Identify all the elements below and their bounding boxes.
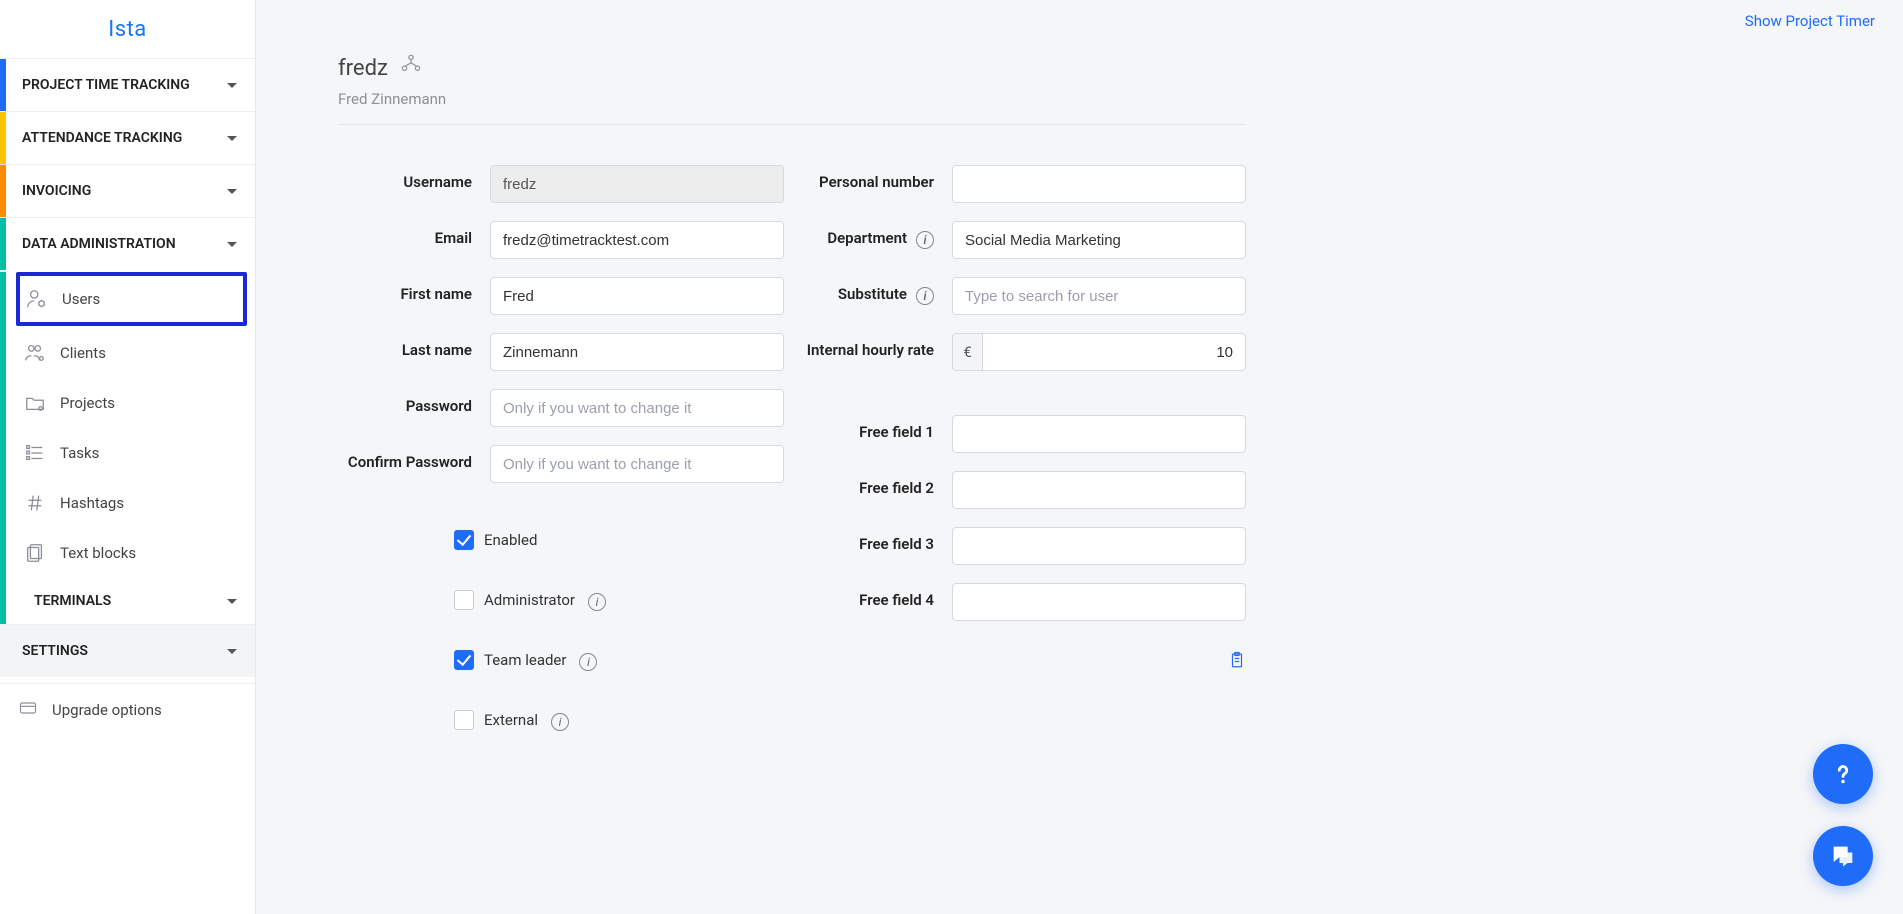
- info-icon[interactable]: i: [579, 653, 597, 671]
- chevron-down-icon: [227, 189, 237, 194]
- username-input: [490, 165, 784, 203]
- label-confirm-password: Confirm Password: [338, 445, 488, 472]
- sidebar-item-label: Clients: [60, 344, 106, 362]
- topbar: Show Project Timer: [256, 0, 1903, 42]
- page-header: fredz Fred Zinnemann: [338, 52, 1246, 125]
- label-personal-number: Personal number: [800, 165, 950, 191]
- team-icon: [398, 52, 424, 84]
- sidebar-item-label: Hashtags: [60, 494, 124, 512]
- sidebar-item-users[interactable]: Users: [16, 272, 247, 326]
- label-free1: Free field 1: [800, 415, 950, 441]
- chevron-down-icon: [227, 649, 237, 654]
- external-label: External: [484, 711, 538, 729]
- enabled-label: Enabled: [484, 531, 537, 549]
- info-icon[interactable]: i: [916, 287, 934, 305]
- label-free3: Free field 3: [800, 527, 950, 553]
- help-fab[interactable]: [1813, 744, 1873, 804]
- documents-icon: [24, 542, 46, 564]
- free-field-3-input[interactable]: [952, 527, 1246, 565]
- label-username: Username: [338, 165, 488, 191]
- substitute-input[interactable]: [952, 277, 1246, 315]
- user-gear-icon: [26, 288, 48, 310]
- team-leader-label: Team leader: [484, 651, 566, 669]
- nav-section-label: SETTINGS: [22, 643, 88, 659]
- label-substitute: Substitute i: [800, 277, 950, 303]
- accent-bar: [0, 112, 6, 164]
- clipboard-icon[interactable]: [1228, 649, 1246, 671]
- currency-addon: €: [952, 333, 982, 371]
- folder-gear-icon: [24, 392, 46, 414]
- external-checkbox[interactable]: [454, 710, 474, 730]
- nav-section-label: PROJECT TIME TRACKING: [22, 77, 190, 93]
- nav-section-data-admin[interactable]: DATA ADMINISTRATION: [0, 218, 255, 270]
- chat-fab[interactable]: [1813, 826, 1873, 886]
- sidebar-item-label: Text blocks: [60, 544, 136, 562]
- administrator-checkbox[interactable]: [454, 590, 474, 610]
- info-icon[interactable]: i: [551, 713, 569, 731]
- sidebar-item-label: Projects: [60, 394, 115, 412]
- nav-section-label: ATTENDANCE TRACKING: [22, 130, 182, 146]
- label-free4: Free field 4: [800, 583, 950, 609]
- sidebar-item-clients[interactable]: Clients: [0, 328, 255, 378]
- accent-bar: [0, 218, 6, 270]
- department-input[interactable]: [952, 221, 1246, 259]
- password-input[interactable]: [490, 389, 784, 427]
- sidebar-item-projects[interactable]: Projects: [0, 378, 255, 428]
- page-title: fredz: [338, 56, 388, 81]
- nav-section-invoicing[interactable]: INVOICING: [0, 165, 255, 217]
- sidebar-item-label: Tasks: [60, 444, 99, 462]
- label-free2: Free field 2: [800, 471, 950, 497]
- sidebar-item-textblocks[interactable]: Text blocks: [0, 528, 255, 578]
- nav-section-label: INVOICING: [22, 183, 91, 199]
- info-icon[interactable]: i: [588, 593, 606, 611]
- accent-bar: [0, 59, 6, 111]
- nav-section-project-time[interactable]: PROJECT TIME TRACKING: [0, 59, 255, 111]
- users-gear-icon: [24, 342, 46, 364]
- sidebar-item-tasks[interactable]: Tasks: [0, 428, 255, 478]
- enabled-checkbox[interactable]: [454, 530, 474, 550]
- label-department: Department i: [800, 221, 950, 247]
- team-leader-checkbox[interactable]: [454, 650, 474, 670]
- nav-section-label: TERMINALS: [34, 593, 111, 609]
- accent-bar: [0, 165, 6, 217]
- nav-section-settings[interactable]: SETTINGS: [0, 625, 255, 677]
- chevron-down-icon: [227, 242, 237, 247]
- confirm-password-input[interactable]: [490, 445, 784, 483]
- internal-rate-input[interactable]: [982, 333, 1246, 371]
- sidebar-item-hashtags[interactable]: Hashtags: [0, 478, 255, 528]
- upgrade-label: Upgrade options: [52, 701, 162, 719]
- sidebar: Ista PROJECT TIME TRACKING ATTENDANCE TR…: [0, 0, 256, 914]
- card-icon: [18, 698, 38, 722]
- chevron-down-icon: [227, 599, 237, 604]
- main-area: Show Project Timer fredz Fred Zinnemann: [256, 0, 1903, 914]
- label-email: Email: [338, 221, 488, 247]
- free-field-1-input[interactable]: [952, 415, 1246, 453]
- page-subtitle: Fred Zinnemann: [338, 90, 1246, 108]
- email-input[interactable]: [490, 221, 784, 259]
- info-icon[interactable]: i: [916, 231, 934, 249]
- brand-logo: Ista: [0, 0, 255, 58]
- personal-number-input[interactable]: [952, 165, 1246, 203]
- hashtag-icon: [24, 492, 46, 514]
- last-name-input[interactable]: [490, 333, 784, 371]
- label-first-name: First name: [338, 277, 488, 303]
- label-password: Password: [338, 389, 488, 415]
- nav-section-attendance[interactable]: ATTENDANCE TRACKING: [0, 112, 255, 164]
- nav-subsection-terminals[interactable]: TERMINALS: [0, 578, 255, 624]
- chevron-down-icon: [227, 83, 237, 88]
- administrator-label: Administrator: [484, 591, 575, 609]
- show-project-timer-link[interactable]: Show Project Timer: [1745, 12, 1875, 30]
- label-internal-rate: Internal hourly rate: [800, 333, 950, 360]
- free-field-4-input[interactable]: [952, 583, 1246, 621]
- free-field-2-input[interactable]: [952, 471, 1246, 509]
- label-last-name: Last name: [338, 333, 488, 359]
- nav-section-label: DATA ADMINISTRATION: [22, 236, 176, 252]
- sidebar-item-label: Users: [62, 290, 100, 308]
- upgrade-options-link[interactable]: Upgrade options: [0, 684, 255, 736]
- list-icon: [24, 442, 46, 464]
- chevron-down-icon: [227, 136, 237, 141]
- first-name-input[interactable]: [490, 277, 784, 315]
